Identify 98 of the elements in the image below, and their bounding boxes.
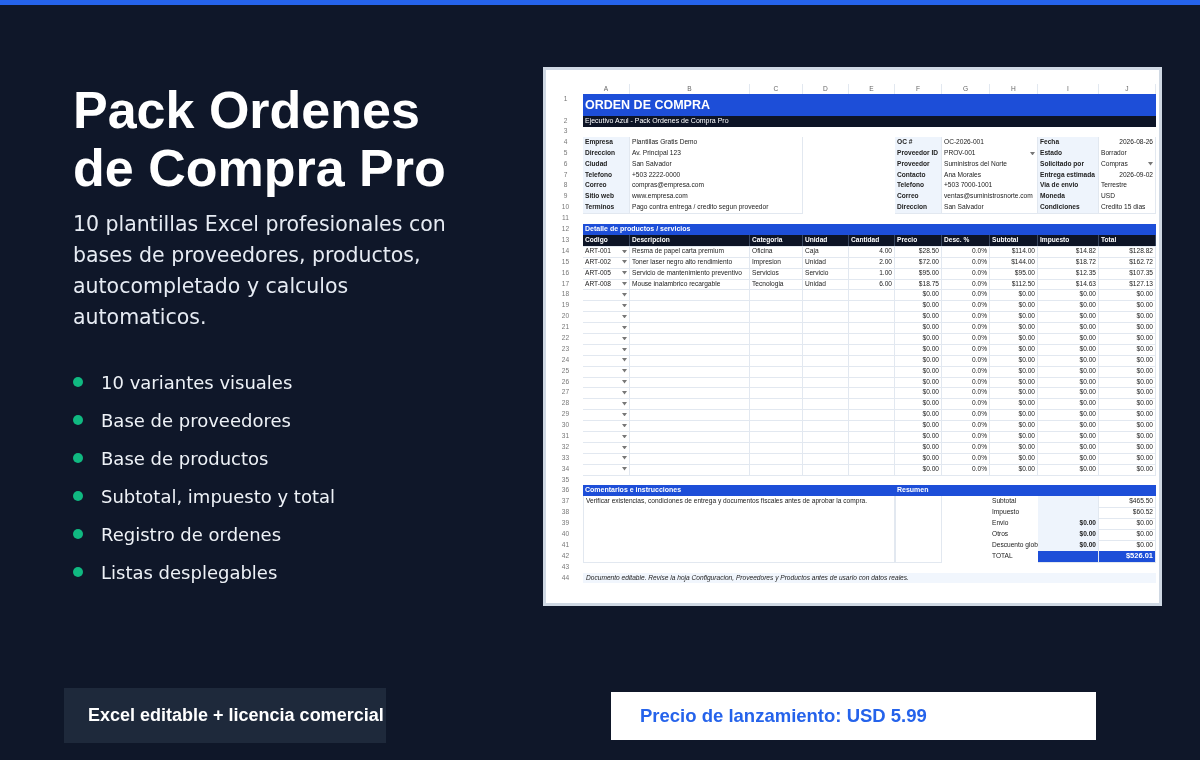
dropdown-arrow-icon[interactable] bbox=[1148, 162, 1153, 166]
category-cell bbox=[750, 289, 803, 302]
summary-input-cell bbox=[1038, 496, 1099, 509]
dropdown-arrow-icon[interactable] bbox=[622, 347, 627, 352]
feature-text: Base de productos bbox=[101, 447, 269, 469]
summary-box bbox=[895, 539, 942, 552]
category-cell bbox=[750, 365, 803, 378]
title-line: Pack Ordenes bbox=[73, 81, 420, 140]
dropdown-arrow-icon[interactable] bbox=[622, 358, 627, 362]
quantity-cell bbox=[849, 398, 895, 411]
summary-box bbox=[895, 550, 942, 563]
quantity-cell bbox=[849, 430, 895, 443]
subtitle: 10 plantillas Excel profesionales con bases de proveedores, productos, autocompletado y calculos automaticos. bbox=[73, 211, 447, 332]
quantity-cell bbox=[849, 300, 895, 313]
unit-cell bbox=[803, 322, 849, 334]
dropdown-arrow-icon[interactable] bbox=[622, 423, 627, 428]
dropdown-arrow-icon[interactable] bbox=[622, 249, 627, 254]
quantity-cell bbox=[849, 420, 895, 432]
dropdown-arrow-icon[interactable] bbox=[622, 260, 627, 264]
dropdown-arrow-icon[interactable] bbox=[622, 336, 627, 341]
feature-text: Listas desplegables bbox=[101, 561, 278, 583]
feature-text: 10 variantes visuales bbox=[101, 371, 293, 393]
dropdown-arrow-icon[interactable] bbox=[622, 314, 627, 319]
dropdown-arrow-icon[interactable] bbox=[622, 391, 627, 395]
dropdown-arrow-icon[interactable] bbox=[622, 412, 627, 417]
quantity-cell bbox=[849, 332, 895, 345]
price-badge: Precio de lanzamiento: USD 5.99 bbox=[611, 692, 1096, 741]
category-cell bbox=[750, 300, 803, 313]
quantity-cell bbox=[849, 311, 895, 324]
dropdown-arrow-icon[interactable] bbox=[622, 271, 627, 275]
feature-text: Base de proveedores bbox=[101, 409, 291, 431]
unit-cell bbox=[803, 387, 849, 400]
quantity-cell bbox=[849, 354, 895, 367]
unit-cell bbox=[803, 332, 849, 345]
category-cell bbox=[750, 430, 803, 443]
quantity-cell bbox=[849, 365, 895, 378]
bullet-dot-icon bbox=[73, 567, 83, 578]
unit-cell bbox=[803, 398, 849, 411]
unit-cell bbox=[803, 452, 849, 465]
unit-cell bbox=[803, 463, 849, 476]
category-cell bbox=[750, 343, 803, 356]
category-cell bbox=[750, 311, 803, 324]
unit-cell bbox=[803, 343, 849, 356]
dropdown-arrow-icon[interactable] bbox=[622, 282, 627, 286]
unit-cell bbox=[803, 354, 849, 367]
bullet-dot-icon bbox=[73, 377, 83, 388]
dropdown-arrow-icon[interactable] bbox=[622, 434, 627, 439]
unit-cell bbox=[803, 409, 849, 422]
bullet-dot-icon bbox=[73, 529, 83, 540]
summary-box bbox=[895, 507, 942, 520]
bullet-dot-icon bbox=[73, 415, 83, 426]
license-badge: Excel editable + licencia comercial bbox=[64, 688, 386, 744]
summary-box bbox=[895, 529, 942, 541]
unit-cell bbox=[803, 430, 849, 443]
quantity-cell bbox=[849, 409, 895, 422]
dropdown-arrow-icon[interactable] bbox=[1030, 151, 1035, 155]
bullet-dot-icon bbox=[73, 491, 83, 502]
category-cell bbox=[750, 387, 803, 400]
unit-cell bbox=[803, 420, 849, 432]
category-cell bbox=[750, 354, 803, 367]
quantity-cell bbox=[849, 343, 895, 356]
category-cell bbox=[750, 463, 803, 476]
summary-box bbox=[895, 518, 942, 530]
quantity-cell bbox=[849, 452, 895, 465]
category-cell bbox=[750, 420, 803, 432]
category-cell bbox=[750, 441, 803, 454]
feature-text: Registro de ordenes bbox=[101, 523, 282, 545]
title-line: de Compra Pro bbox=[73, 139, 446, 198]
dropdown-arrow-icon[interactable] bbox=[622, 402, 627, 406]
unit-cell bbox=[803, 300, 849, 313]
unit-cell bbox=[803, 289, 849, 302]
bullet-dot-icon bbox=[73, 453, 83, 464]
quantity-cell bbox=[849, 376, 895, 389]
unit-cell bbox=[803, 441, 849, 454]
category-cell bbox=[750, 376, 803, 389]
unit-cell bbox=[803, 365, 849, 378]
dropdown-arrow-icon[interactable] bbox=[622, 369, 627, 373]
feature-text: Subtotal, impuesto y total bbox=[101, 485, 335, 507]
dropdown-arrow-icon[interactable] bbox=[622, 445, 627, 450]
dropdown-arrow-icon[interactable] bbox=[622, 456, 627, 460]
unit-cell bbox=[803, 376, 849, 389]
dropdown-arrow-icon[interactable] bbox=[622, 380, 627, 384]
category-cell bbox=[750, 322, 803, 334]
dropdown-arrow-icon[interactable] bbox=[622, 325, 627, 330]
dropdown-arrow-icon[interactable] bbox=[622, 304, 627, 308]
category-cell bbox=[750, 332, 803, 345]
quantity-cell bbox=[849, 289, 895, 302]
quantity-cell bbox=[849, 322, 895, 334]
sheet-title: ORDEN DE COMPRA bbox=[583, 94, 1156, 117]
unit-cell bbox=[803, 311, 849, 324]
category-cell bbox=[750, 398, 803, 411]
category-cell bbox=[750, 452, 803, 465]
quantity-cell bbox=[849, 441, 895, 454]
quantity-cell bbox=[849, 463, 895, 476]
dropdown-arrow-icon[interactable] bbox=[622, 293, 627, 297]
category-cell bbox=[750, 409, 803, 422]
quantity-cell bbox=[849, 387, 895, 400]
dropdown-arrow-icon[interactable] bbox=[622, 467, 627, 471]
